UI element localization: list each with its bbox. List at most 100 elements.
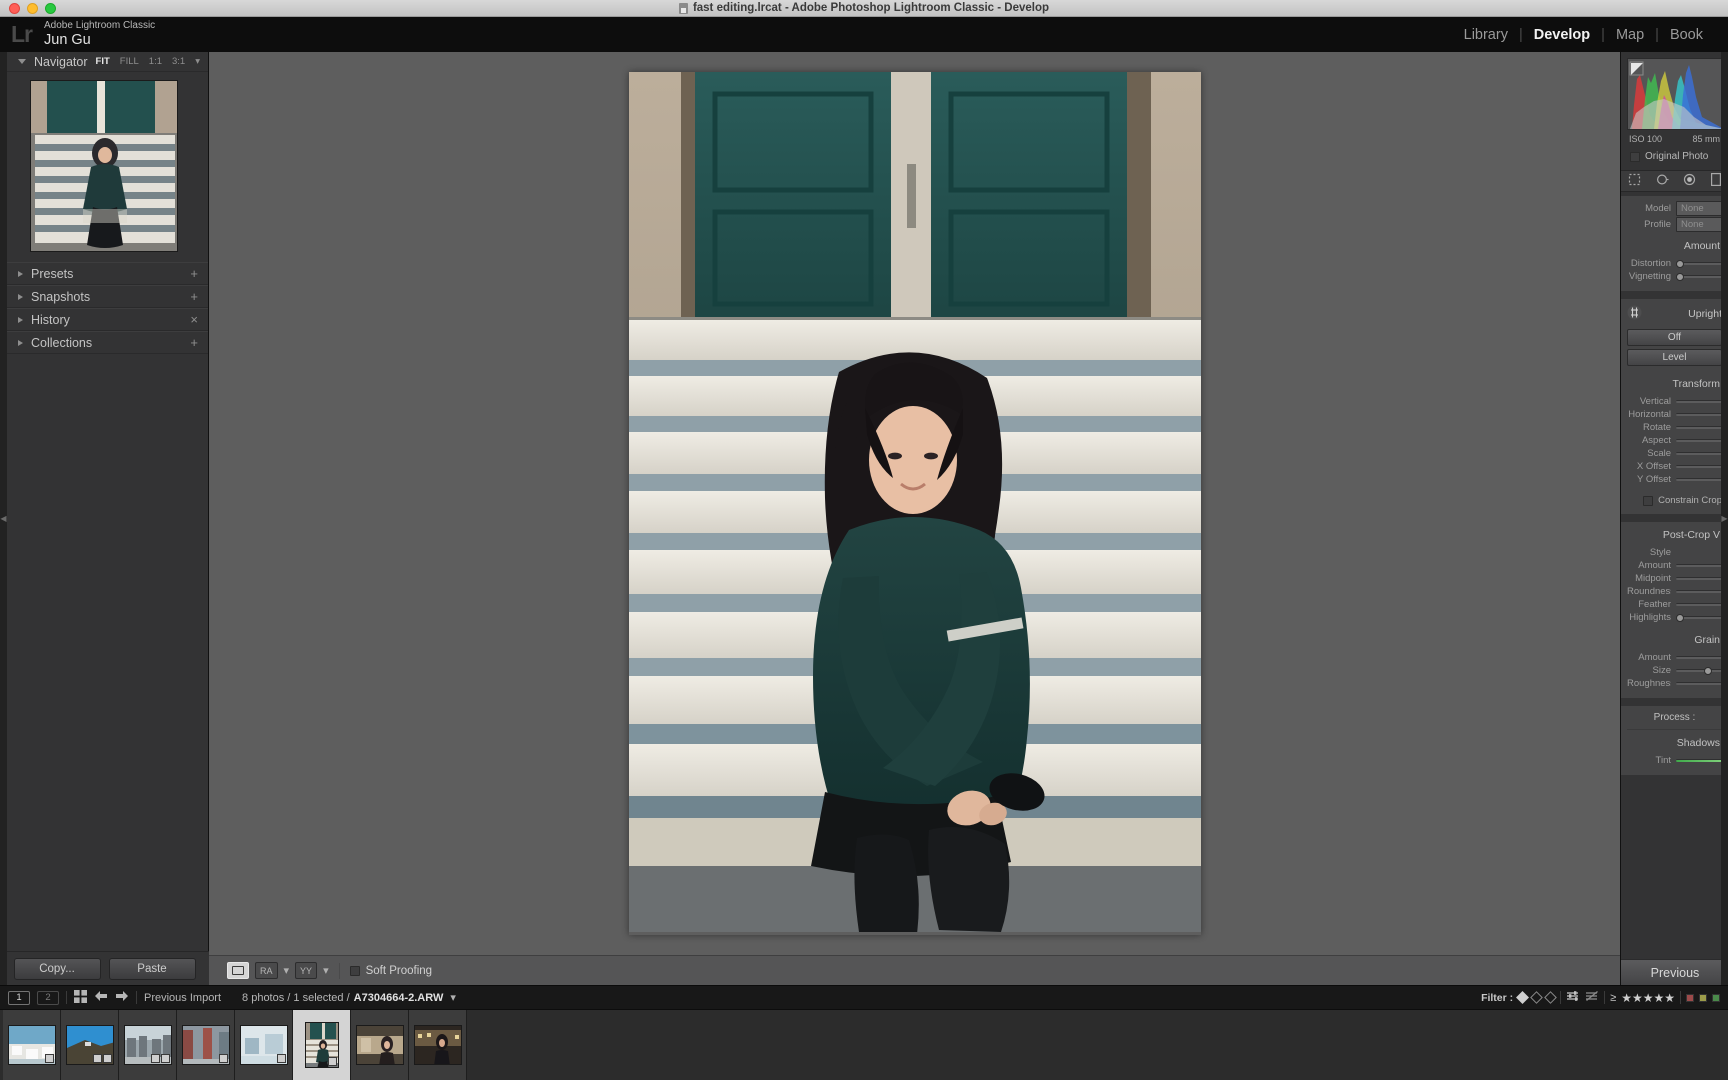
original-photo-checkbox[interactable]	[1630, 151, 1640, 162]
color-label-yellow[interactable]	[1699, 993, 1707, 1002]
crop-tool-icon[interactable]	[1628, 173, 1641, 189]
previous-button[interactable]: Previous	[1621, 959, 1728, 985]
thumbnail-badges[interactable]	[327, 1057, 337, 1066]
vignetting-slider[interactable]	[1676, 272, 1722, 281]
loupe-view[interactable]	[209, 52, 1620, 955]
scale-slider-row[interactable]: Scale	[1627, 447, 1722, 460]
left-panel-collapse-handle[interactable]: ◀	[0, 52, 7, 985]
zoom-mode-3-1[interactable]: 3:1	[172, 56, 185, 67]
loupe-view-icon[interactable]	[227, 962, 249, 979]
list-item[interactable]	[61, 1010, 119, 1080]
chevron-right-icon[interactable]	[18, 339, 23, 346]
star-rating-filter[interactable]: ★★★★★	[1621, 991, 1675, 1005]
vertical-slider-row[interactable]: Vertical	[1627, 395, 1722, 408]
forward-arrow-icon[interactable]	[115, 990, 129, 1005]
rating-operator[interactable]: ≥	[1610, 992, 1616, 1004]
thumbnail-woman-portrait-warm[interactable]	[355, 1025, 404, 1065]
profile-value[interactable]: None	[1676, 217, 1722, 232]
y-offset-slider-row[interactable]: Y Offset	[1627, 473, 1722, 486]
color-label-red[interactable]	[1686, 993, 1694, 1002]
pcv-midpoint-row[interactable]: Midpoint	[1627, 572, 1722, 585]
rotate-slider[interactable]	[1676, 426, 1722, 429]
thumbnail-snowy-white-scene[interactable]	[239, 1025, 288, 1065]
sidebar-item-history[interactable]: History ×	[0, 308, 208, 331]
source-label[interactable]: Previous Import	[144, 992, 221, 1004]
model-value[interactable]: None	[1676, 201, 1722, 216]
rotate-slider-row[interactable]: Rotate	[1627, 421, 1722, 434]
pcv-midpoint-slider[interactable]	[1676, 577, 1722, 580]
pcv-highlights-slider[interactable]	[1676, 613, 1722, 622]
thumbnail-badges[interactable]	[218, 1054, 228, 1063]
list-item[interactable]	[235, 1010, 293, 1080]
add-preset-icon[interactable]: +	[190, 266, 198, 281]
upright-level-button[interactable]: Level	[1627, 349, 1722, 366]
graduated-filter-icon[interactable]	[1710, 173, 1721, 189]
module-book[interactable]: Book	[1659, 27, 1714, 43]
thumbnail-woman-on-steps[interactable]	[304, 1022, 339, 1068]
module-library[interactable]: Library	[1453, 27, 1519, 43]
aspect-slider[interactable]	[1676, 439, 1722, 442]
grain-roughness-row[interactable]: Roughness	[1627, 677, 1722, 690]
module-develop[interactable]: Develop	[1523, 27, 1601, 43]
unedited-attribute-icon[interactable]	[1585, 990, 1599, 1005]
grain-size-slider[interactable]	[1676, 666, 1722, 675]
zoom-mode-fill[interactable]: FILL	[120, 56, 139, 67]
pcv-highlights-row[interactable]: Highlights	[1627, 611, 1722, 624]
clear-history-icon[interactable]: ×	[190, 312, 198, 327]
x-offset-slider[interactable]	[1676, 465, 1722, 468]
module-picker[interactable]: Library | Develop | Map | Book	[1453, 27, 1714, 43]
aspect-slider-row[interactable]: Aspect	[1627, 434, 1722, 447]
soft-proofing-checkbox[interactable]	[349, 965, 360, 976]
list-item-selected[interactable]	[293, 1010, 351, 1080]
grain-amount-slider[interactable]	[1676, 656, 1722, 659]
thumbnail-red-building-street[interactable]	[181, 1025, 230, 1065]
x-offset-slider-row[interactable]: X Offset	[1627, 460, 1722, 473]
list-item[interactable]	[351, 1010, 409, 1080]
pcv-roundness-slider[interactable]	[1676, 590, 1722, 593]
filmstrip-thumbnails[interactable]	[0, 1010, 1728, 1080]
chevron-right-icon[interactable]	[18, 316, 23, 323]
right-panel-collapse-handle[interactable]: ▶	[1721, 52, 1728, 985]
thumbnail-santorini-white-village[interactable]	[7, 1025, 56, 1065]
thumbnail-badges[interactable]	[44, 1054, 54, 1063]
thumbnail-badges[interactable]	[150, 1054, 170, 1063]
original-photo-row[interactable]: Original Photo	[1627, 144, 1722, 168]
copy-button[interactable]: Copy...	[13, 957, 101, 980]
lens-model-row[interactable]: Model None	[1627, 201, 1722, 216]
scale-slider[interactable]	[1676, 452, 1722, 455]
constrain-crop-row[interactable]: Constrain Crop	[1627, 486, 1722, 506]
identity-plate[interactable]: Adobe Lightroom Classic Jun Gu	[44, 20, 155, 49]
list-item[interactable]	[409, 1010, 467, 1080]
y-offset-slider[interactable]	[1676, 478, 1722, 481]
grain-roughness-slider[interactable]	[1676, 682, 1722, 685]
add-snapshot-icon[interactable]: +	[190, 289, 198, 304]
tint-slider-row[interactable]: Tint	[1627, 754, 1722, 767]
paste-button[interactable]: Paste	[108, 957, 196, 980]
chevron-right-icon[interactable]	[18, 270, 23, 277]
list-item[interactable]	[177, 1010, 235, 1080]
navigator-zoom-modes[interactable]: FIT FILL 1:1 3:1 ▾	[96, 56, 200, 67]
red-eye-icon[interactable]	[1683, 173, 1696, 189]
navigator-header[interactable]: Navigator FIT FILL 1:1 3:1 ▾	[0, 52, 208, 72]
sidebar-item-collections[interactable]: Collections +	[0, 331, 208, 354]
flag-picked-icon[interactable]	[1516, 991, 1530, 1004]
edited-attribute-icon[interactable]	[1566, 990, 1580, 1005]
zoom-mode-1-1[interactable]: 1:1	[149, 56, 162, 67]
flag-rejected-icon[interactable]	[1544, 991, 1558, 1004]
thumbnail-badges[interactable]	[276, 1054, 286, 1063]
pcv-roundness-row[interactable]: Roundness	[1627, 585, 1722, 598]
horizontal-slider[interactable]	[1676, 413, 1722, 416]
main-photo[interactable]	[628, 72, 1201, 934]
sidebar-item-presets[interactable]: Presets +	[0, 262, 208, 285]
pcv-amount-slider[interactable]	[1676, 564, 1722, 567]
vignetting-slider-row[interactable]: Vignetting	[1627, 270, 1722, 283]
grain-amount-row[interactable]: Amount	[1627, 651, 1722, 664]
distortion-slider[interactable]	[1676, 259, 1722, 268]
thumbnail-hillside-blue-sky[interactable]	[65, 1025, 114, 1065]
module-map[interactable]: Map	[1605, 27, 1655, 43]
thumbnail-street-crowd[interactable]	[123, 1025, 172, 1065]
before-after-dropdown-icon[interactable]: ▾	[323, 964, 329, 977]
upright-off-button[interactable]: Off	[1627, 329, 1722, 346]
before-after-view-icon[interactable]: YY	[295, 962, 318, 979]
constrain-crop-checkbox[interactable]	[1643, 495, 1654, 506]
